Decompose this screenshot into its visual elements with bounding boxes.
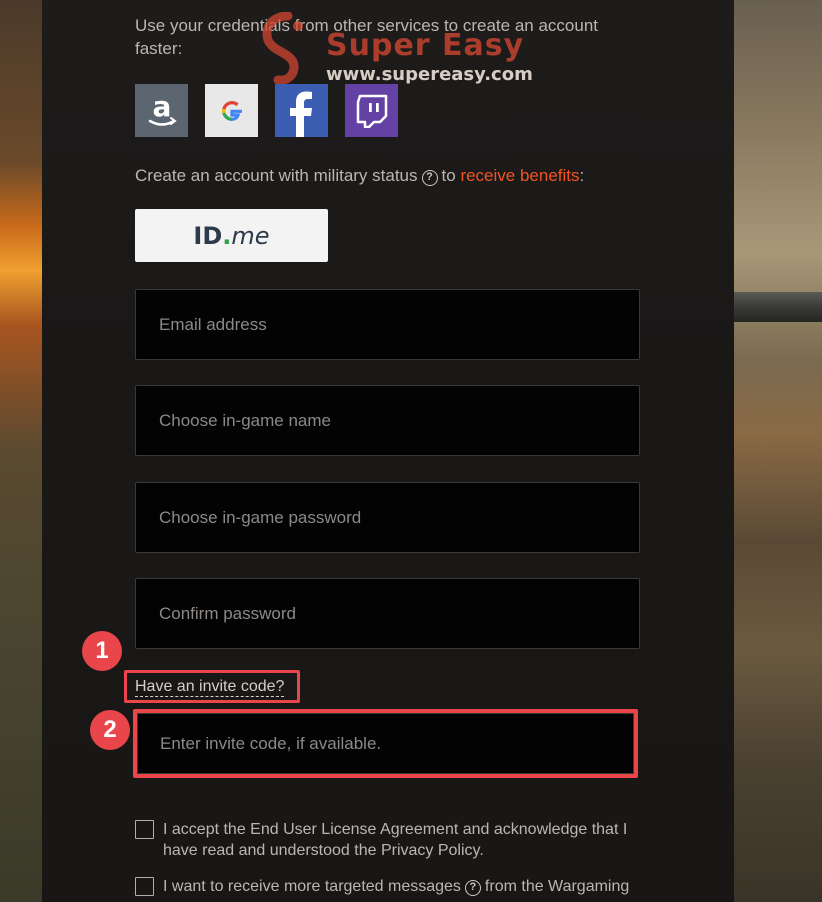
twitch-login-button[interactable] <box>345 84 398 137</box>
military-status-text: Create an account with military status? t… <box>135 166 585 186</box>
background-left-scenery <box>0 0 42 902</box>
receive-benefits-link[interactable]: receive benefits <box>460 166 579 185</box>
amazon-login-button[interactable]: a <box>135 84 188 137</box>
invite-code-field[interactable] <box>137 713 634 774</box>
social-login-intro: Use your credentials from other services… <box>135 16 598 58</box>
email-field[interactable] <box>135 289 640 360</box>
amazon-icon: a <box>148 92 177 126</box>
idme-logo-icon: ID.me <box>193 221 270 250</box>
facebook-icon <box>290 91 312 137</box>
twitch-icon <box>356 94 387 128</box>
facebook-login-button[interactable] <box>275 84 328 137</box>
marketing-checkbox[interactable] <box>135 877 154 896</box>
eula-label: I accept the End User License Agreement … <box>163 821 628 859</box>
google-icon <box>221 100 242 121</box>
google-login-button[interactable] <box>205 84 258 137</box>
marketing-label: I want to receive more targeted messages… <box>163 878 630 896</box>
eula-checkbox[interactable] <box>135 820 154 839</box>
ingame-name-field[interactable] <box>135 385 640 456</box>
confirm-password-field[interactable] <box>135 578 640 649</box>
marketing-help-icon[interactable]: ? <box>464 880 481 896</box>
step-2-badge: 2 <box>90 710 130 750</box>
help-icon[interactable]: ? <box>421 170 438 186</box>
svg-text:a: a <box>152 92 171 123</box>
password-field[interactable] <box>135 482 640 553</box>
step-1-badge: 1 <box>82 631 122 671</box>
background-right-scenery <box>734 0 822 902</box>
idme-button[interactable]: ID.me <box>135 209 328 262</box>
invite-code-link[interactable]: Have an invite code? <box>135 677 285 697</box>
